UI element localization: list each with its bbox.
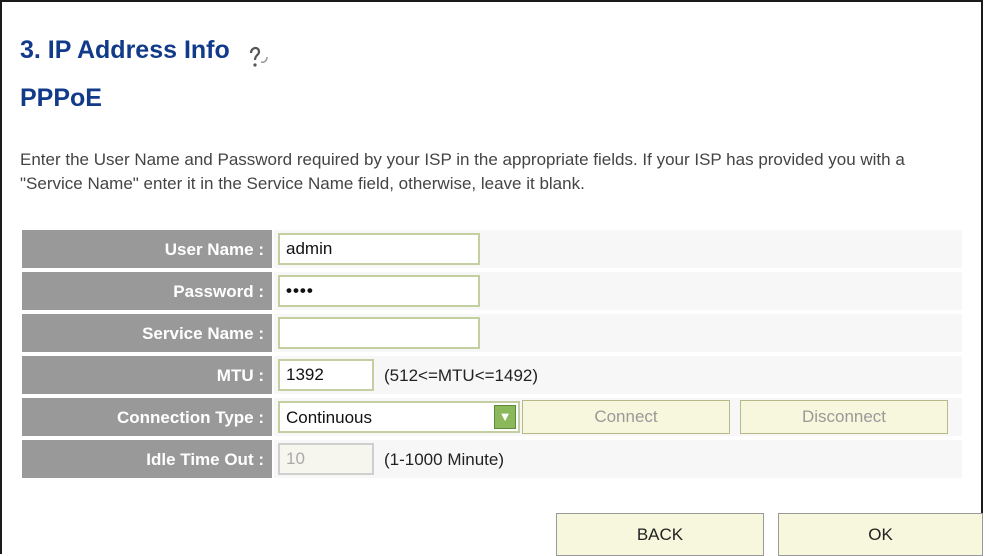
idle-timeout-label: Idle Time Out : bbox=[22, 440, 272, 480]
chevron-down-icon[interactable]: ▼ bbox=[494, 405, 516, 429]
mtu-label: MTU : bbox=[22, 356, 272, 396]
connect-button[interactable]: Connect bbox=[522, 400, 730, 434]
mtu-hint: (512<=MTU<=1492) bbox=[384, 366, 539, 385]
mtu-input[interactable] bbox=[278, 359, 374, 391]
connection-type-select[interactable]: Continuous ▼ bbox=[278, 401, 520, 433]
connection-type-row: Connection Type : Continuous ▼ Connect D… bbox=[22, 398, 962, 438]
connection-type-cell: Continuous ▼ Connect Disconnect bbox=[274, 398, 962, 438]
user-name-input[interactable] bbox=[278, 233, 480, 265]
disconnect-button[interactable]: Disconnect bbox=[740, 400, 948, 434]
service-name-row: Service Name : bbox=[22, 314, 962, 354]
page-title: 3. IP Address Info bbox=[20, 36, 230, 64]
instructions-text: Enter the User Name and Password require… bbox=[20, 150, 905, 193]
service-name-label: Service Name : bbox=[22, 314, 272, 354]
service-name-input[interactable] bbox=[278, 317, 480, 349]
mtu-row: MTU : (512<=MTU<=1492) bbox=[22, 356, 962, 396]
page-subtitle: PPPoE bbox=[20, 84, 102, 112]
user-name-cell bbox=[274, 230, 962, 270]
password-label: Password : bbox=[22, 272, 272, 312]
help-icon[interactable] bbox=[242, 41, 272, 71]
wizard-panel: 3. IP Address Info PPPoE Enter the User … bbox=[0, 0, 983, 556]
password-cell bbox=[274, 272, 962, 312]
connection-type-label: Connection Type : bbox=[22, 398, 272, 438]
connection-type-value: Continuous bbox=[286, 408, 373, 427]
ok-button[interactable]: OK bbox=[778, 513, 983, 556]
service-name-cell bbox=[274, 314, 962, 354]
mtu-cell: (512<=MTU<=1492) bbox=[274, 356, 962, 396]
idle-timeout-hint: (1-1000 Minute) bbox=[384, 450, 505, 469]
back-button[interactable]: BACK bbox=[556, 513, 764, 556]
user-name-row: User Name : bbox=[22, 230, 962, 270]
password-input[interactable] bbox=[278, 275, 480, 307]
idle-timeout-cell: (1-1000 Minute) bbox=[274, 440, 962, 480]
idle-timeout-row: Idle Time Out : (1-1000 Minute) bbox=[22, 440, 962, 480]
page-title-row: 3. IP Address Info bbox=[20, 36, 272, 67]
user-name-label: User Name : bbox=[22, 230, 272, 270]
idle-timeout-input[interactable] bbox=[278, 443, 374, 475]
password-row: Password : bbox=[22, 272, 962, 312]
